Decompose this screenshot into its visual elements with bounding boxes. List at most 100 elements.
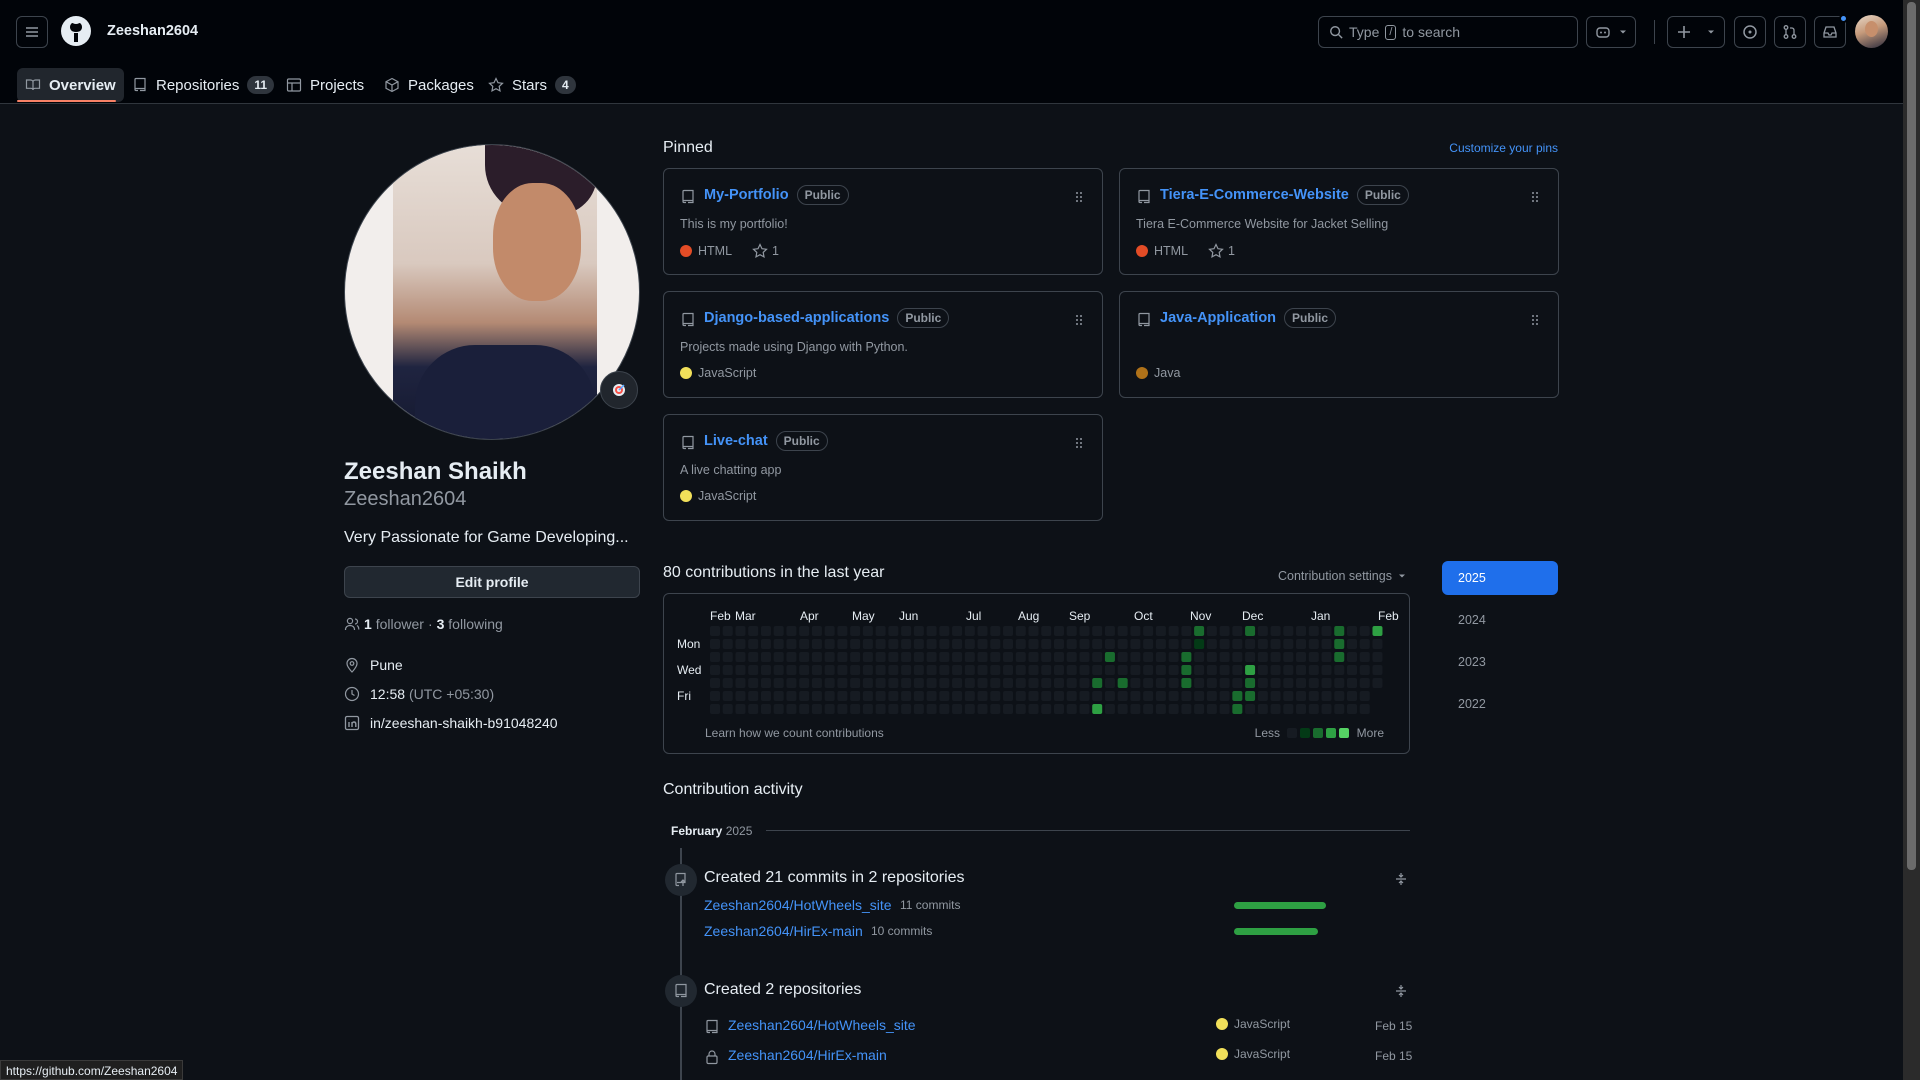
contrib-day[interactable] xyxy=(1104,626,1115,636)
contrib-day[interactable] xyxy=(1143,639,1154,649)
contrib-day[interactable] xyxy=(1270,626,1281,636)
commit-repo-link[interactable]: Zeeshan2604/HirEx-main xyxy=(704,923,863,939)
collapse-commits-button[interactable] xyxy=(1394,872,1408,886)
contrib-day[interactable] xyxy=(1206,652,1217,662)
contrib-day[interactable] xyxy=(1219,665,1230,675)
contrib-day[interactable] xyxy=(901,639,912,649)
contrib-day[interactable] xyxy=(1092,665,1103,675)
contrib-day[interactable] xyxy=(735,665,746,675)
contrib-day[interactable] xyxy=(1206,691,1217,701)
contrib-day[interactable] xyxy=(1359,704,1370,714)
contrib-day[interactable] xyxy=(850,678,861,688)
contrib-day[interactable] xyxy=(722,652,733,662)
contrib-day[interactable] xyxy=(862,652,873,662)
contrib-day[interactable] xyxy=(1359,691,1370,701)
pinned-repo-link[interactable]: Django-based-applications xyxy=(704,310,889,326)
contrib-day[interactable] xyxy=(1168,704,1179,714)
edit-profile-button[interactable]: Edit profile xyxy=(344,566,640,598)
contrib-day[interactable] xyxy=(990,652,1001,662)
contrib-day[interactable] xyxy=(748,652,759,662)
contrib-day[interactable] xyxy=(1117,652,1128,662)
contrib-day[interactable] xyxy=(1079,665,1090,675)
contrib-day[interactable] xyxy=(1041,691,1052,701)
contrib-day[interactable] xyxy=(1092,639,1103,649)
contrib-day[interactable] xyxy=(786,626,797,636)
contrib-day[interactable] xyxy=(926,652,937,662)
contrib-day[interactable] xyxy=(760,691,771,701)
stargazers-link[interactable]: 1 xyxy=(1208,243,1235,259)
contrib-day[interactable] xyxy=(1015,652,1026,662)
contrib-day[interactable] xyxy=(1245,691,1256,701)
contrib-day[interactable] xyxy=(1194,704,1205,714)
contrib-day[interactable] xyxy=(850,652,861,662)
contrib-day[interactable] xyxy=(1104,678,1115,688)
contrib-day[interactable] xyxy=(1232,691,1243,701)
contrib-day[interactable] xyxy=(1296,665,1307,675)
contrib-day[interactable] xyxy=(1232,665,1243,675)
contrib-day[interactable] xyxy=(875,691,886,701)
contrib-day[interactable] xyxy=(1308,639,1319,649)
contrib-day[interactable] xyxy=(1245,639,1256,649)
contrib-day[interactable] xyxy=(1359,626,1370,636)
contrib-day[interactable] xyxy=(748,691,759,701)
contrib-day[interactable] xyxy=(1155,665,1166,675)
contrib-day[interactable] xyxy=(1104,639,1115,649)
contrib-day[interactable] xyxy=(964,665,975,675)
contrib-day[interactable] xyxy=(875,639,886,649)
contrib-day[interactable] xyxy=(1181,665,1192,675)
contrib-day[interactable] xyxy=(926,704,937,714)
contrib-day[interactable] xyxy=(990,704,1001,714)
inbox-button[interactable] xyxy=(1814,14,1848,48)
contrib-day[interactable] xyxy=(722,678,733,688)
contrib-day[interactable] xyxy=(1372,665,1383,675)
contrib-day[interactable] xyxy=(1219,639,1230,649)
contrib-day[interactable] xyxy=(799,639,810,649)
contrib-day[interactable] xyxy=(811,691,822,701)
contrib-day[interactable] xyxy=(824,704,835,714)
contrib-day[interactable] xyxy=(875,665,886,675)
contrib-day[interactable] xyxy=(722,691,733,701)
contrib-day[interactable] xyxy=(748,704,759,714)
contrib-day[interactable] xyxy=(1053,678,1064,688)
contrib-day[interactable] xyxy=(1296,704,1307,714)
contrib-day[interactable] xyxy=(773,626,784,636)
contrib-day[interactable] xyxy=(1130,691,1141,701)
contrib-day[interactable] xyxy=(875,678,886,688)
contrib-day[interactable] xyxy=(824,691,835,701)
commit-count-link[interactable]: 10 commits xyxy=(871,924,932,938)
contrib-day[interactable] xyxy=(939,639,950,649)
contrib-day[interactable] xyxy=(850,704,861,714)
contrib-day[interactable] xyxy=(1347,678,1357,688)
contrib-day[interactable] xyxy=(811,652,822,662)
contrib-day[interactable] xyxy=(1066,639,1077,649)
contrib-day[interactable] xyxy=(1206,704,1217,714)
contrib-day[interactable] xyxy=(1003,691,1014,701)
contrib-day[interactable] xyxy=(926,665,937,675)
contrib-day[interactable] xyxy=(1143,652,1154,662)
contrib-day[interactable] xyxy=(913,626,924,636)
pinned-repo-link[interactable]: My-Portfolio xyxy=(704,187,789,203)
pinned-repo-link[interactable]: Java-Application xyxy=(1160,310,1276,326)
contrib-day[interactable] xyxy=(1079,678,1090,688)
contrib-day[interactable] xyxy=(952,626,963,636)
contrib-day[interactable] xyxy=(1015,639,1026,649)
contrib-day[interactable] xyxy=(773,665,784,675)
contrib-day[interactable] xyxy=(1334,652,1345,662)
commit-count-link[interactable]: 11 commits xyxy=(900,898,960,912)
contrib-day[interactable] xyxy=(786,652,797,662)
contrib-day[interactable] xyxy=(1257,704,1268,714)
contrib-day[interactable] xyxy=(1232,639,1243,649)
contrib-day[interactable] xyxy=(1257,626,1268,636)
contrib-day[interactable] xyxy=(990,665,1001,675)
contrib-day[interactable] xyxy=(1283,704,1294,714)
contrib-day[interactable] xyxy=(1117,626,1128,636)
contrib-day[interactable] xyxy=(888,626,899,636)
contrib-day[interactable] xyxy=(1232,704,1243,714)
contrib-day[interactable] xyxy=(824,678,835,688)
contrib-day[interactable] xyxy=(1181,626,1192,636)
contrib-day[interactable] xyxy=(1219,652,1230,662)
contrib-day[interactable] xyxy=(748,678,759,688)
contrib-day[interactable] xyxy=(1347,691,1357,701)
contrib-day[interactable] xyxy=(1155,626,1166,636)
contrib-day[interactable] xyxy=(710,626,720,636)
